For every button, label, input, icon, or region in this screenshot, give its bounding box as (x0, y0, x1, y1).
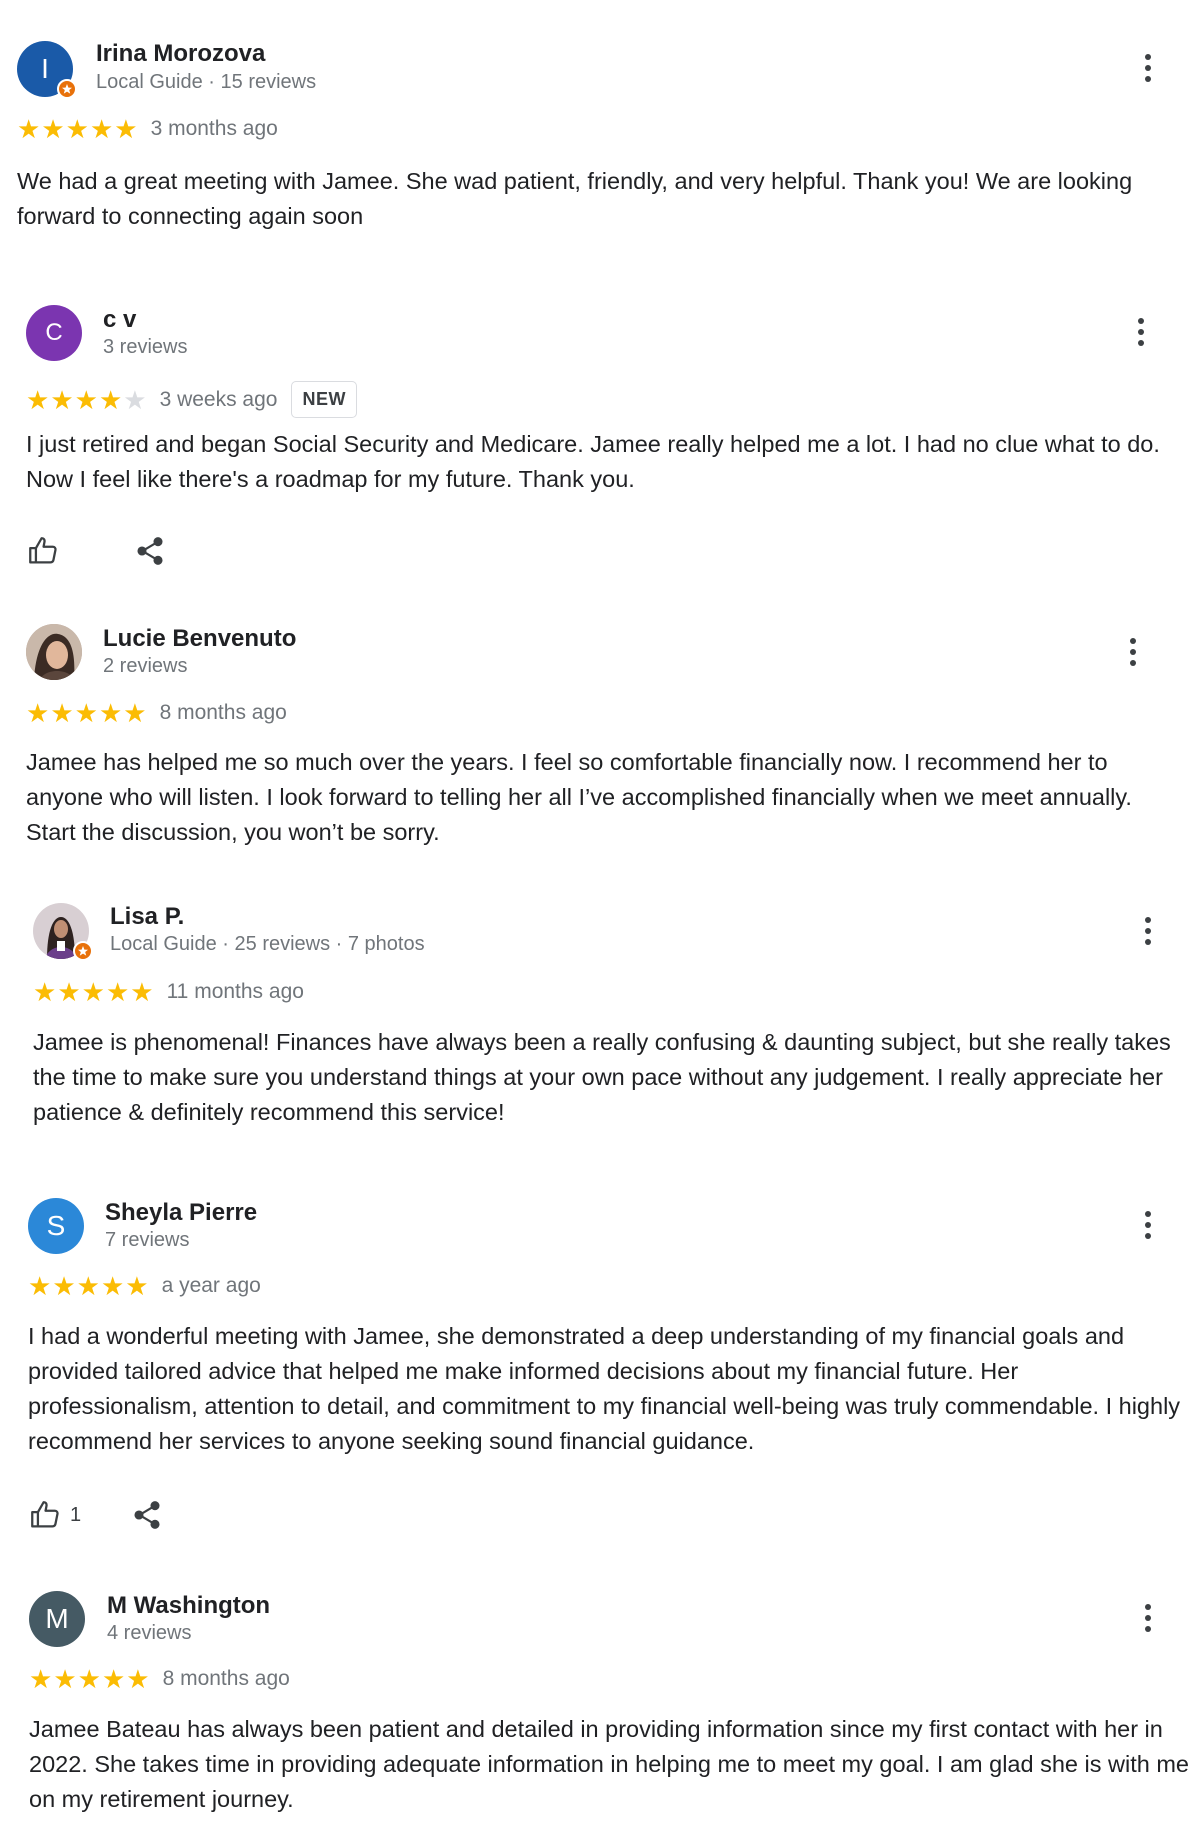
reviewer-name[interactable]: M Washington (107, 1592, 270, 1620)
reviewer-name[interactable]: Lisa P. (110, 903, 184, 931)
star-icon: ★ (74, 384, 98, 415)
star-rating: ★ ★ ★ ★ ★ (29, 1666, 150, 1692)
star-icon: ★ (100, 1271, 125, 1301)
rating-row: ★ ★ ★ ★ ★ 3 months ago (17, 116, 278, 142)
more-options-icon[interactable] (1136, 911, 1160, 951)
review-date: 8 months ago (162, 1667, 290, 1690)
review-text: Jamee Bateau has always been patient and… (29, 1716, 1189, 1812)
more-options-icon[interactable] (1121, 632, 1145, 672)
star-icon: ★ (89, 114, 114, 144)
share-icon (134, 1501, 160, 1529)
star-icon: ★ (98, 384, 123, 415)
star-empty-icon: ★ (123, 384, 147, 415)
reviewer-subtitle: 7 reviews (105, 1229, 190, 1251)
like-button[interactable]: 1 (28, 1498, 81, 1532)
star-icon: ★ (50, 384, 74, 415)
reviewer-subtitle: 2 reviews (103, 655, 188, 677)
reviewer-name[interactable]: c v (103, 306, 136, 334)
more-options-icon[interactable] (1136, 48, 1160, 88)
star-rating: ★ ★ ★ ★ ★ (17, 116, 138, 142)
star-icon: ★ (125, 1271, 149, 1301)
avatar[interactable] (26, 624, 82, 680)
star-icon: ★ (77, 1664, 101, 1694)
reviewer-subtitle: 4 reviews (107, 1622, 192, 1644)
new-badge: NEW (291, 381, 357, 418)
share-button[interactable] (131, 1499, 163, 1531)
star-rating: ★ ★ ★ ★ ★ (28, 1273, 149, 1299)
local-guide-badge-icon (57, 79, 77, 99)
review-text: We had a great meeting with Jamee. She w… (17, 168, 1133, 229)
star-rating: ★ ★ ★ ★ ★ (33, 979, 154, 1005)
review-text: Jamee has helped me so much over the yea… (26, 749, 1132, 845)
star-icon: ★ (74, 698, 98, 728)
star-icon: ★ (101, 1664, 126, 1694)
review-text: I just retired and began Social Security… (26, 431, 1160, 492)
reviewer-subtitle: Local Guide · 25 reviews · 7 photos (110, 933, 425, 955)
avatar[interactable]: S (28, 1198, 84, 1254)
star-icon: ★ (81, 977, 105, 1007)
rating-row: ★ ★ ★ ★ ★ 3 weeks ago NEW (26, 381, 357, 418)
star-icon: ★ (130, 977, 154, 1007)
reviewer-name[interactable]: Irina Morozova (96, 40, 265, 68)
review-date: 11 months ago (166, 980, 304, 1003)
reviewer-subtitle: 3 reviews (103, 336, 188, 358)
thumbs-up-icon (31, 1501, 59, 1528)
more-options-icon[interactable] (1136, 1205, 1160, 1245)
reviewer-name[interactable]: Sheyla Pierre (105, 1199, 257, 1227)
reviewer-name[interactable]: Lucie Benvenuto (103, 625, 296, 653)
thumbs-up-icon (29, 537, 57, 564)
rating-row: ★ ★ ★ ★ ★ 11 months ago (33, 979, 304, 1005)
review-date: a year ago (161, 1274, 261, 1297)
reviewer-subtitle: Local Guide · 15 reviews (96, 71, 317, 93)
star-icon: ★ (26, 384, 50, 415)
star-icon: ★ (65, 114, 89, 144)
star-icon: ★ (52, 1271, 76, 1301)
review-actions: 1 (28, 1498, 163, 1532)
avatar[interactable]: M (29, 1591, 85, 1647)
star-icon: ★ (26, 698, 50, 728)
review-date: 3 months ago (150, 117, 278, 140)
star-rating: ★ ★ ★ ★ ★ (26, 700, 147, 726)
avatar[interactable]: C (26, 305, 82, 361)
star-icon: ★ (17, 114, 41, 144)
review-text: I had a wonderful meeting with Jamee, sh… (28, 1323, 1181, 1454)
avatar-letter: C (45, 319, 63, 346)
star-icon: ★ (53, 1664, 77, 1694)
star-icon: ★ (98, 698, 123, 728)
rating-row: ★ ★ ★ ★ ★ a year ago (28, 1273, 261, 1299)
local-guide-badge-icon (73, 941, 93, 961)
share-icon (137, 537, 163, 565)
star-icon: ★ (33, 977, 57, 1007)
star-icon: ★ (114, 114, 138, 144)
review-date: 3 weeks ago (159, 387, 278, 411)
share-button[interactable] (134, 535, 166, 567)
more-options-icon[interactable] (1129, 312, 1153, 352)
avatar-letter: S (46, 1210, 66, 1241)
avatar[interactable]: I (17, 41, 77, 99)
avatar-letter: I (41, 53, 49, 84)
star-icon: ★ (28, 1271, 52, 1301)
avatar-letter: M (45, 1603, 69, 1634)
star-icon: ★ (29, 1664, 53, 1694)
star-icon: ★ (123, 698, 147, 728)
avatar[interactable] (33, 903, 93, 961)
rating-row: ★ ★ ★ ★ ★ 8 months ago (29, 1666, 290, 1692)
star-icon: ★ (76, 1271, 100, 1301)
star-icon: ★ (41, 114, 65, 144)
star-icon: ★ (105, 977, 130, 1007)
review-text: Jamee is phenomenal! Finances have alway… (33, 1029, 1171, 1125)
star-icon: ★ (126, 1664, 150, 1694)
more-options-icon[interactable] (1136, 1598, 1160, 1638)
review-actions (26, 534, 166, 568)
rating-row: ★ ★ ★ ★ ★ 8 months ago (26, 700, 287, 726)
review-date: 8 months ago (159, 701, 287, 724)
star-icon: ★ (50, 698, 74, 728)
like-button[interactable] (26, 534, 60, 568)
profile-photo (26, 624, 82, 680)
star-icon: ★ (57, 977, 81, 1007)
like-count: 1 (70, 1503, 82, 1526)
star-rating: ★ ★ ★ ★ ★ (26, 387, 147, 413)
